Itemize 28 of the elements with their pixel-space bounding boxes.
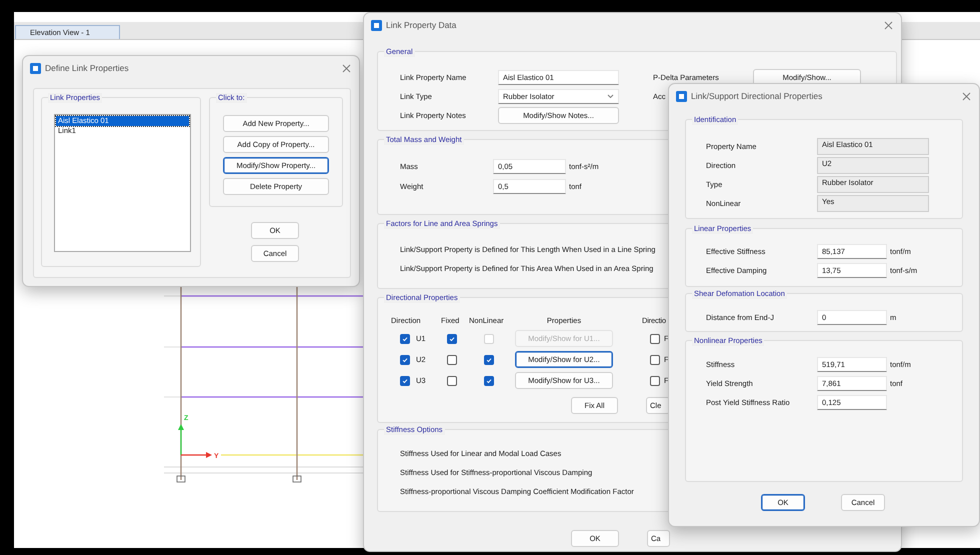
checkbox[interactable] [447,376,457,386]
close-icon[interactable] [342,64,351,72]
window-title: Define Link Properties [45,63,129,73]
checkbox[interactable] [400,334,410,344]
checkmark-icon [448,334,456,342]
close-icon[interactable] [884,20,893,30]
axis-arrows [178,424,212,458]
app-icon [676,90,687,102]
checkbox[interactable] [400,354,410,364]
checkmark-icon [401,376,409,384]
app-icon [371,20,382,30]
checkmark-icon [485,356,493,364]
checkbox[interactable] [484,376,494,386]
close-icon[interactable] [962,92,971,100]
app-icon [30,62,41,74]
checkmark-icon [485,376,493,384]
checkbox[interactable] [650,334,660,344]
checkbox[interactable] [400,376,410,386]
checkbox[interactable] [484,354,494,364]
caret-icon [607,94,614,99]
checkbox[interactable] [447,354,457,364]
window-title: Link Property Data [386,20,456,30]
checkbox[interactable] [447,334,457,344]
window-title: Link/Support Directional Properties [691,91,822,101]
checkbox[interactable] [650,354,660,364]
checkmark-icon [401,334,409,342]
checkmark-icon [401,356,409,364]
checkbox[interactable] [650,376,660,386]
